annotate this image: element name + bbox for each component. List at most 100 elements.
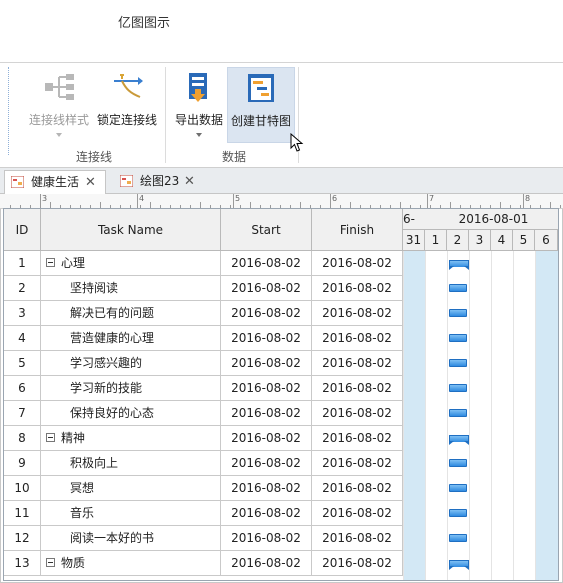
task-start-date[interactable]: 2016-08-02 [221,526,312,551]
tab-drawing23[interactable]: 绘图23 ✕ [114,170,204,193]
task-name-cell[interactable]: 心理 [41,251,221,276]
task-bar[interactable] [449,534,467,542]
task-id[interactable]: 8 [4,426,41,451]
task-id[interactable]: 13 [4,551,41,576]
task-name-cell[interactable]: 营造健康的心理 [41,326,221,351]
task-name-cell[interactable]: 坚持阅读 [41,276,221,301]
task-id[interactable]: 12 [4,526,41,551]
task-id[interactable]: 4 [4,326,41,351]
table-row[interactable]: 7 保持良好的心态 2016-08-02 2016-08-02 [4,401,558,426]
tab-label: 健康生活 [31,175,80,189]
task-finish-date[interactable]: 2016-08-02 [312,376,403,401]
task-id[interactable]: 9 [4,451,41,476]
task-name-cell[interactable]: 保持良好的心态 [41,401,221,426]
header-id[interactable]: ID [4,209,41,251]
gantt-table: ID Task Name Start Finish 6-07 2016-08-0… [3,208,559,581]
header-finish[interactable]: Finish [312,209,403,251]
task-start-date[interactable]: 2016-08-02 [221,251,312,276]
task-finish-date[interactable]: 2016-08-02 [312,551,403,576]
task-bar[interactable] [449,309,467,317]
task-finish-date[interactable]: 2016-08-02 [312,426,403,451]
table-row[interactable]: 6 学习新的技能 2016-08-02 2016-08-02 [4,376,558,401]
task-start-date[interactable]: 2016-08-02 [221,476,312,501]
task-start-date[interactable]: 2016-08-02 [221,551,312,576]
task-bar[interactable] [449,509,467,517]
tab-health-life[interactable]: 健康生活 ✕ [4,170,106,194]
task-start-date[interactable]: 2016-08-02 [221,326,312,351]
table-row[interactable]: 13 物质 2016-08-02 2016-08-02 [4,551,558,576]
table-row[interactable]: 9 积极向上 2016-08-02 2016-08-02 [4,451,558,476]
task-finish-date[interactable]: 2016-08-02 [312,526,403,551]
task-name-cell[interactable]: 学习感兴趣的 [41,351,221,376]
task-name-cell[interactable]: 阅读一本好的书 [41,526,221,551]
collapse-toggle-icon[interactable] [46,558,55,567]
task-finish-date[interactable]: 2016-08-02 [312,401,403,426]
task-finish-date[interactable]: 2016-08-02 [312,451,403,476]
table-row[interactable]: 8 精神 2016-08-02 2016-08-02 [4,426,558,451]
table-row[interactable]: 5 学习感兴趣的 2016-08-02 2016-08-02 [4,351,558,376]
task-name-cell[interactable]: 精神 [41,426,221,451]
task-finish-date[interactable]: 2016-08-02 [312,251,403,276]
header-start[interactable]: Start [221,209,312,251]
gantt-chart-cell [403,326,558,351]
task-name-cell[interactable]: 冥想 [41,476,221,501]
task-name-cell[interactable]: 学习新的技能 [41,376,221,401]
task-bar[interactable] [449,284,467,292]
table-row[interactable]: 2 坚持阅读 2016-08-02 2016-08-02 [4,276,558,301]
task-id[interactable]: 7 [4,401,41,426]
export-data-button[interactable]: 导出数据 [173,67,225,137]
task-name-cell[interactable]: 物质 [41,551,221,576]
close-icon[interactable]: ✕ [85,171,96,194]
task-start-date[interactable]: 2016-08-02 [221,276,312,301]
task-start-date[interactable]: 2016-08-02 [221,451,312,476]
task-finish-date[interactable]: 2016-08-02 [312,351,403,376]
task-id[interactable]: 6 [4,376,41,401]
table-row[interactable]: 12 阅读一本好的书 2016-08-02 2016-08-02 [4,526,558,551]
task-start-date[interactable]: 2016-08-02 [221,426,312,451]
task-name-cell[interactable]: 解决已有的问题 [41,301,221,326]
table-row[interactable]: 3 解决已有的问题 2016-08-02 2016-08-02 [4,301,558,326]
task-bar[interactable] [449,484,467,492]
task-bar[interactable] [449,409,467,417]
task-finish-date[interactable]: 2016-08-02 [312,276,403,301]
task-name-cell[interactable]: 积极向上 [41,451,221,476]
task-finish-date[interactable]: 2016-08-02 [312,326,403,351]
task-finish-date[interactable]: 2016-08-02 [312,501,403,526]
task-bar[interactable] [449,359,467,367]
task-bar[interactable] [449,384,467,392]
table-row[interactable]: 10 冥想 2016-08-02 2016-08-02 [4,476,558,501]
task-id[interactable]: 11 [4,501,41,526]
header-task-name[interactable]: Task Name [41,209,221,251]
table-row[interactable]: 4 营造健康的心理 2016-08-02 2016-08-02 [4,326,558,351]
task-finish-date[interactable]: 2016-08-02 [312,301,403,326]
task-name-cell[interactable]: 音乐 [41,501,221,526]
summary-task-bar[interactable] [449,260,469,270]
collapse-toggle-icon[interactable] [46,433,55,442]
task-id[interactable]: 5 [4,351,41,376]
task-id[interactable]: 1 [4,251,41,276]
collapse-toggle-icon[interactable] [46,258,55,267]
task-finish-date[interactable]: 2016-08-02 [312,476,403,501]
task-start-date[interactable]: 2016-08-02 [221,401,312,426]
task-id[interactable]: 3 [4,301,41,326]
timeline-day: 6 [535,230,558,251]
ruler-tick [560,205,561,208]
table-row[interactable]: 1 心理 2016-08-02 2016-08-02 [4,251,558,276]
task-id[interactable]: 2 [4,276,41,301]
task-id[interactable]: 10 [4,476,41,501]
task-start-date[interactable]: 2016-08-02 [221,376,312,401]
close-icon[interactable]: ✕ [184,170,195,193]
create-gantt-button[interactable]: 创建甘特图 [227,67,295,143]
lock-connector-button[interactable]: 锁定连接线 [94,67,160,131]
task-bar[interactable] [449,459,467,467]
summary-task-bar[interactable] [449,435,469,445]
task-start-date[interactable]: 2016-08-02 [221,301,312,326]
summary-task-bar[interactable] [449,560,469,570]
connector-style-button[interactable]: 连接线样式 [26,67,92,137]
table-row[interactable]: 11 音乐 2016-08-02 2016-08-02 [4,501,558,526]
tab-label: 绘图23 [140,174,180,188]
task-start-date[interactable]: 2016-08-02 [221,351,312,376]
task-bar[interactable] [449,334,467,342]
task-start-date[interactable]: 2016-08-02 [221,501,312,526]
gantt-chart-cell [403,451,558,476]
